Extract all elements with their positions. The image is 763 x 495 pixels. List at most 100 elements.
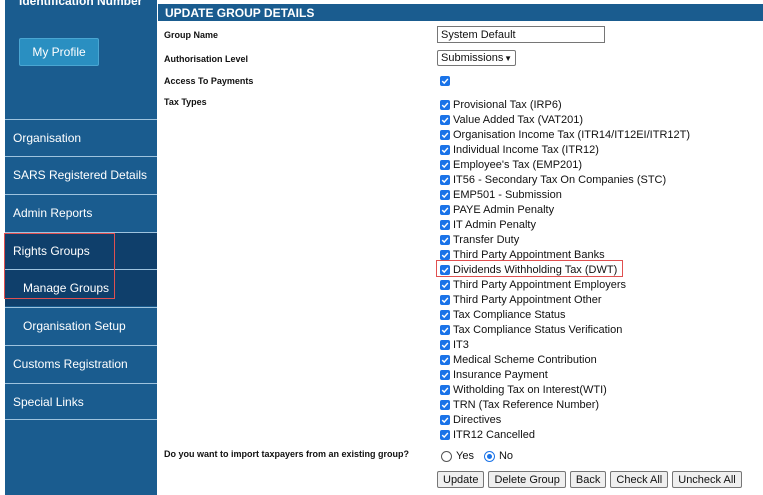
import-question-label: Do you want to import taxpayers from an … [164, 449, 410, 459]
tax-type-item[interactable]: Tax Compliance Status Verification [440, 322, 690, 337]
tax-type-label: Organisation Income Tax (ITR14/IT12EI/IT… [453, 128, 690, 141]
tax-type-item[interactable]: Tax Compliance Status [440, 307, 690, 322]
check-icon [441, 191, 449, 198]
authorisation-level-value: Submissions [441, 52, 504, 64]
sidebar-item-label: Customs Registration [13, 357, 128, 371]
tax-type-item[interactable]: Provisional Tax (IRP6) [440, 97, 690, 112]
tax-type-checkbox[interactable] [440, 429, 450, 440]
tax-type-checkbox[interactable] [440, 384, 450, 395]
sidebar-item-customs-registration[interactable]: Customs Registration [5, 345, 157, 382]
tax-type-label: Directives [453, 413, 502, 426]
tax-type-checkbox[interactable] [440, 159, 450, 170]
check-icon [441, 236, 449, 243]
my-profile-button[interactable]: My Profile [19, 38, 99, 66]
tax-type-item[interactable]: Value Added Tax (VAT201) [440, 112, 690, 127]
sidebar-item-label: Admin Reports [13, 206, 93, 220]
tax-type-checkbox[interactable] [440, 144, 450, 155]
tax-type-item[interactable]: TRN (Tax Reference Number) [440, 397, 690, 412]
tax-type-checkbox[interactable] [440, 354, 450, 365]
import-radio-group: Yes No [441, 450, 513, 462]
tax-type-label: Third Party Appointment Other [453, 293, 602, 306]
sidebar-header-text: Identification Number [19, 0, 143, 8]
tax-type-checkbox[interactable] [440, 309, 450, 320]
tax-type-label: ITR12 Cancelled [453, 428, 535, 441]
sidebar-item-sars-registered-details[interactable]: SARS Registered Details [5, 156, 157, 193]
tax-type-item[interactable]: Organisation Income Tax (ITR14/IT12EI/IT… [440, 127, 690, 142]
group-name-input[interactable]: System Default [437, 26, 605, 43]
back-button[interactable]: Back [569, 471, 607, 488]
sidebar-item-organisation-setup[interactable]: Organisation Setup [5, 307, 157, 344]
check-icon [441, 401, 449, 408]
tax-type-checkbox[interactable] [440, 339, 450, 350]
sidebar-item-label: Organisation Setup [23, 319, 126, 333]
check-icon [441, 326, 449, 333]
tax-type-item[interactable]: Third Party Appointment Employers [440, 277, 690, 292]
import-yes-label: Yes [456, 450, 474, 462]
tax-type-label: Value Added Tax (VAT201) [453, 113, 584, 126]
sidebar-item-organisation[interactable]: Organisation [5, 119, 157, 156]
sidebar-item-label: SARS Registered Details [13, 168, 148, 182]
check-icon [441, 251, 449, 258]
tax-type-item[interactable]: Witholding Tax on Interest(WTI) [440, 382, 690, 397]
uncheck-all-button[interactable]: Uncheck All [672, 471, 742, 488]
tax-type-label: Employee's Tax (EMP201) [453, 158, 583, 171]
tax-type-checkbox[interactable] [440, 99, 450, 110]
tax-type-label: Medical Scheme Contribution [453, 353, 597, 366]
tax-type-label: Individual Income Tax (ITR12) [453, 143, 599, 156]
tax-type-item[interactable]: IT56 - Secondary Tax On Companies (STC) [440, 172, 690, 187]
tax-type-label: Third Party Appointment Banks [453, 248, 605, 261]
tax-type-item[interactable]: Third Party Appointment Other [440, 292, 690, 307]
check-icon [441, 371, 449, 378]
check-icon [441, 116, 449, 123]
action-buttons: Update Delete Group Back Check All Unche… [437, 471, 742, 488]
rights-groups-highlight [4, 233, 115, 299]
tax-type-item[interactable]: IT3 [440, 337, 690, 352]
tax-type-label: Transfer Duty [453, 233, 520, 246]
check-icon [441, 296, 449, 303]
check-icon [441, 131, 449, 138]
sidebar-item-admin-reports[interactable]: Admin Reports [5, 194, 157, 231]
tax-type-item[interactable]: Directives [440, 412, 690, 427]
tax-type-checkbox[interactable] [440, 249, 450, 260]
tax-type-checkbox[interactable] [440, 369, 450, 380]
main-panel: UPDATE GROUP DETAILS Group Name System D… [158, 0, 763, 495]
tax-type-checkbox[interactable] [440, 294, 450, 305]
access-to-payments-checkbox[interactable] [440, 76, 450, 86]
sidebar-item-label: Organisation [13, 131, 82, 145]
tax-type-item[interactable]: Insurance Payment [440, 367, 690, 382]
tax-type-checkbox[interactable] [440, 129, 450, 140]
tax-type-checkbox[interactable] [440, 414, 450, 425]
tax-type-item[interactable]: ITR12 Cancelled [440, 427, 690, 442]
tax-type-checkbox[interactable] [440, 219, 450, 230]
delete-group-button[interactable]: Delete Group [488, 471, 566, 488]
authorisation-level-select[interactable]: Submissions ▼ [437, 50, 516, 66]
tax-type-checkbox[interactable] [440, 204, 450, 215]
tax-type-label: Tax Compliance Status [453, 308, 566, 321]
check-icon [441, 311, 449, 318]
access-to-payments-label: Access To Payments [164, 76, 254, 86]
check-icon [441, 341, 449, 348]
tax-type-item[interactable]: Employee's Tax (EMP201) [440, 157, 690, 172]
tax-type-item[interactable]: IT Admin Penalty [440, 217, 690, 232]
check-all-button[interactable]: Check All [610, 471, 669, 488]
tax-type-checkbox[interactable] [440, 174, 450, 185]
tax-type-checkbox[interactable] [440, 234, 450, 245]
check-icon [441, 146, 449, 153]
check-icon [441, 221, 449, 228]
tax-type-checkbox[interactable] [440, 114, 450, 125]
tax-type-checkbox[interactable] [440, 189, 450, 200]
tax-type-item[interactable]: PAYE Admin Penalty [440, 202, 690, 217]
sidebar-item-special-links[interactable]: Special Links [5, 383, 157, 420]
tax-type-item[interactable]: EMP501 - Submission [440, 187, 690, 202]
import-yes-radio[interactable] [441, 450, 452, 462]
update-button[interactable]: Update [437, 471, 485, 488]
tax-type-item[interactable]: Transfer Duty [440, 232, 690, 247]
check-icon [441, 78, 449, 85]
tax-type-checkbox[interactable] [440, 279, 450, 290]
tax-type-checkbox[interactable] [440, 324, 450, 335]
import-no-radio[interactable] [483, 450, 495, 462]
tax-type-item[interactable]: Individual Income Tax (ITR12) [440, 142, 690, 157]
tax-type-checkbox[interactable] [440, 399, 450, 410]
tax-type-item[interactable]: Medical Scheme Contribution [440, 352, 690, 367]
check-icon [441, 386, 449, 393]
